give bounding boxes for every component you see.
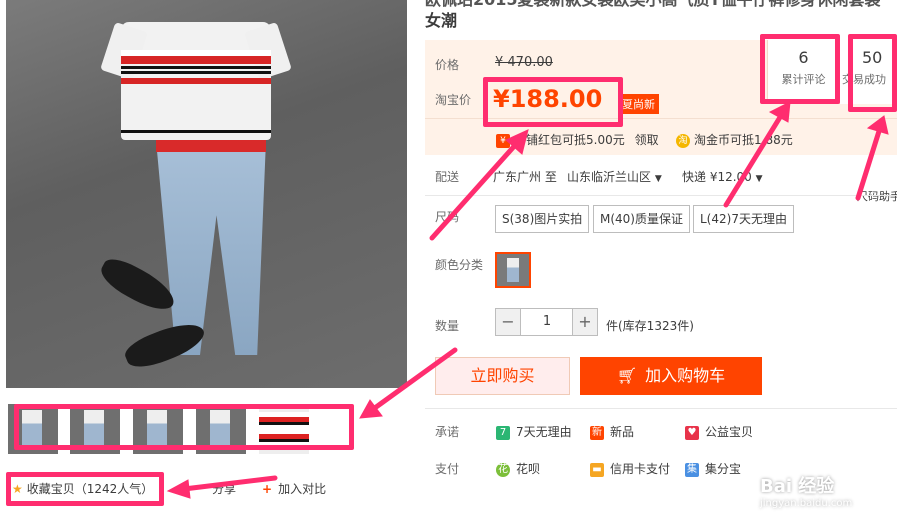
annotation-arrows [166,101,889,499]
watermark-logo: Bai 经验 jingyan.baidu.com [760,476,853,509]
